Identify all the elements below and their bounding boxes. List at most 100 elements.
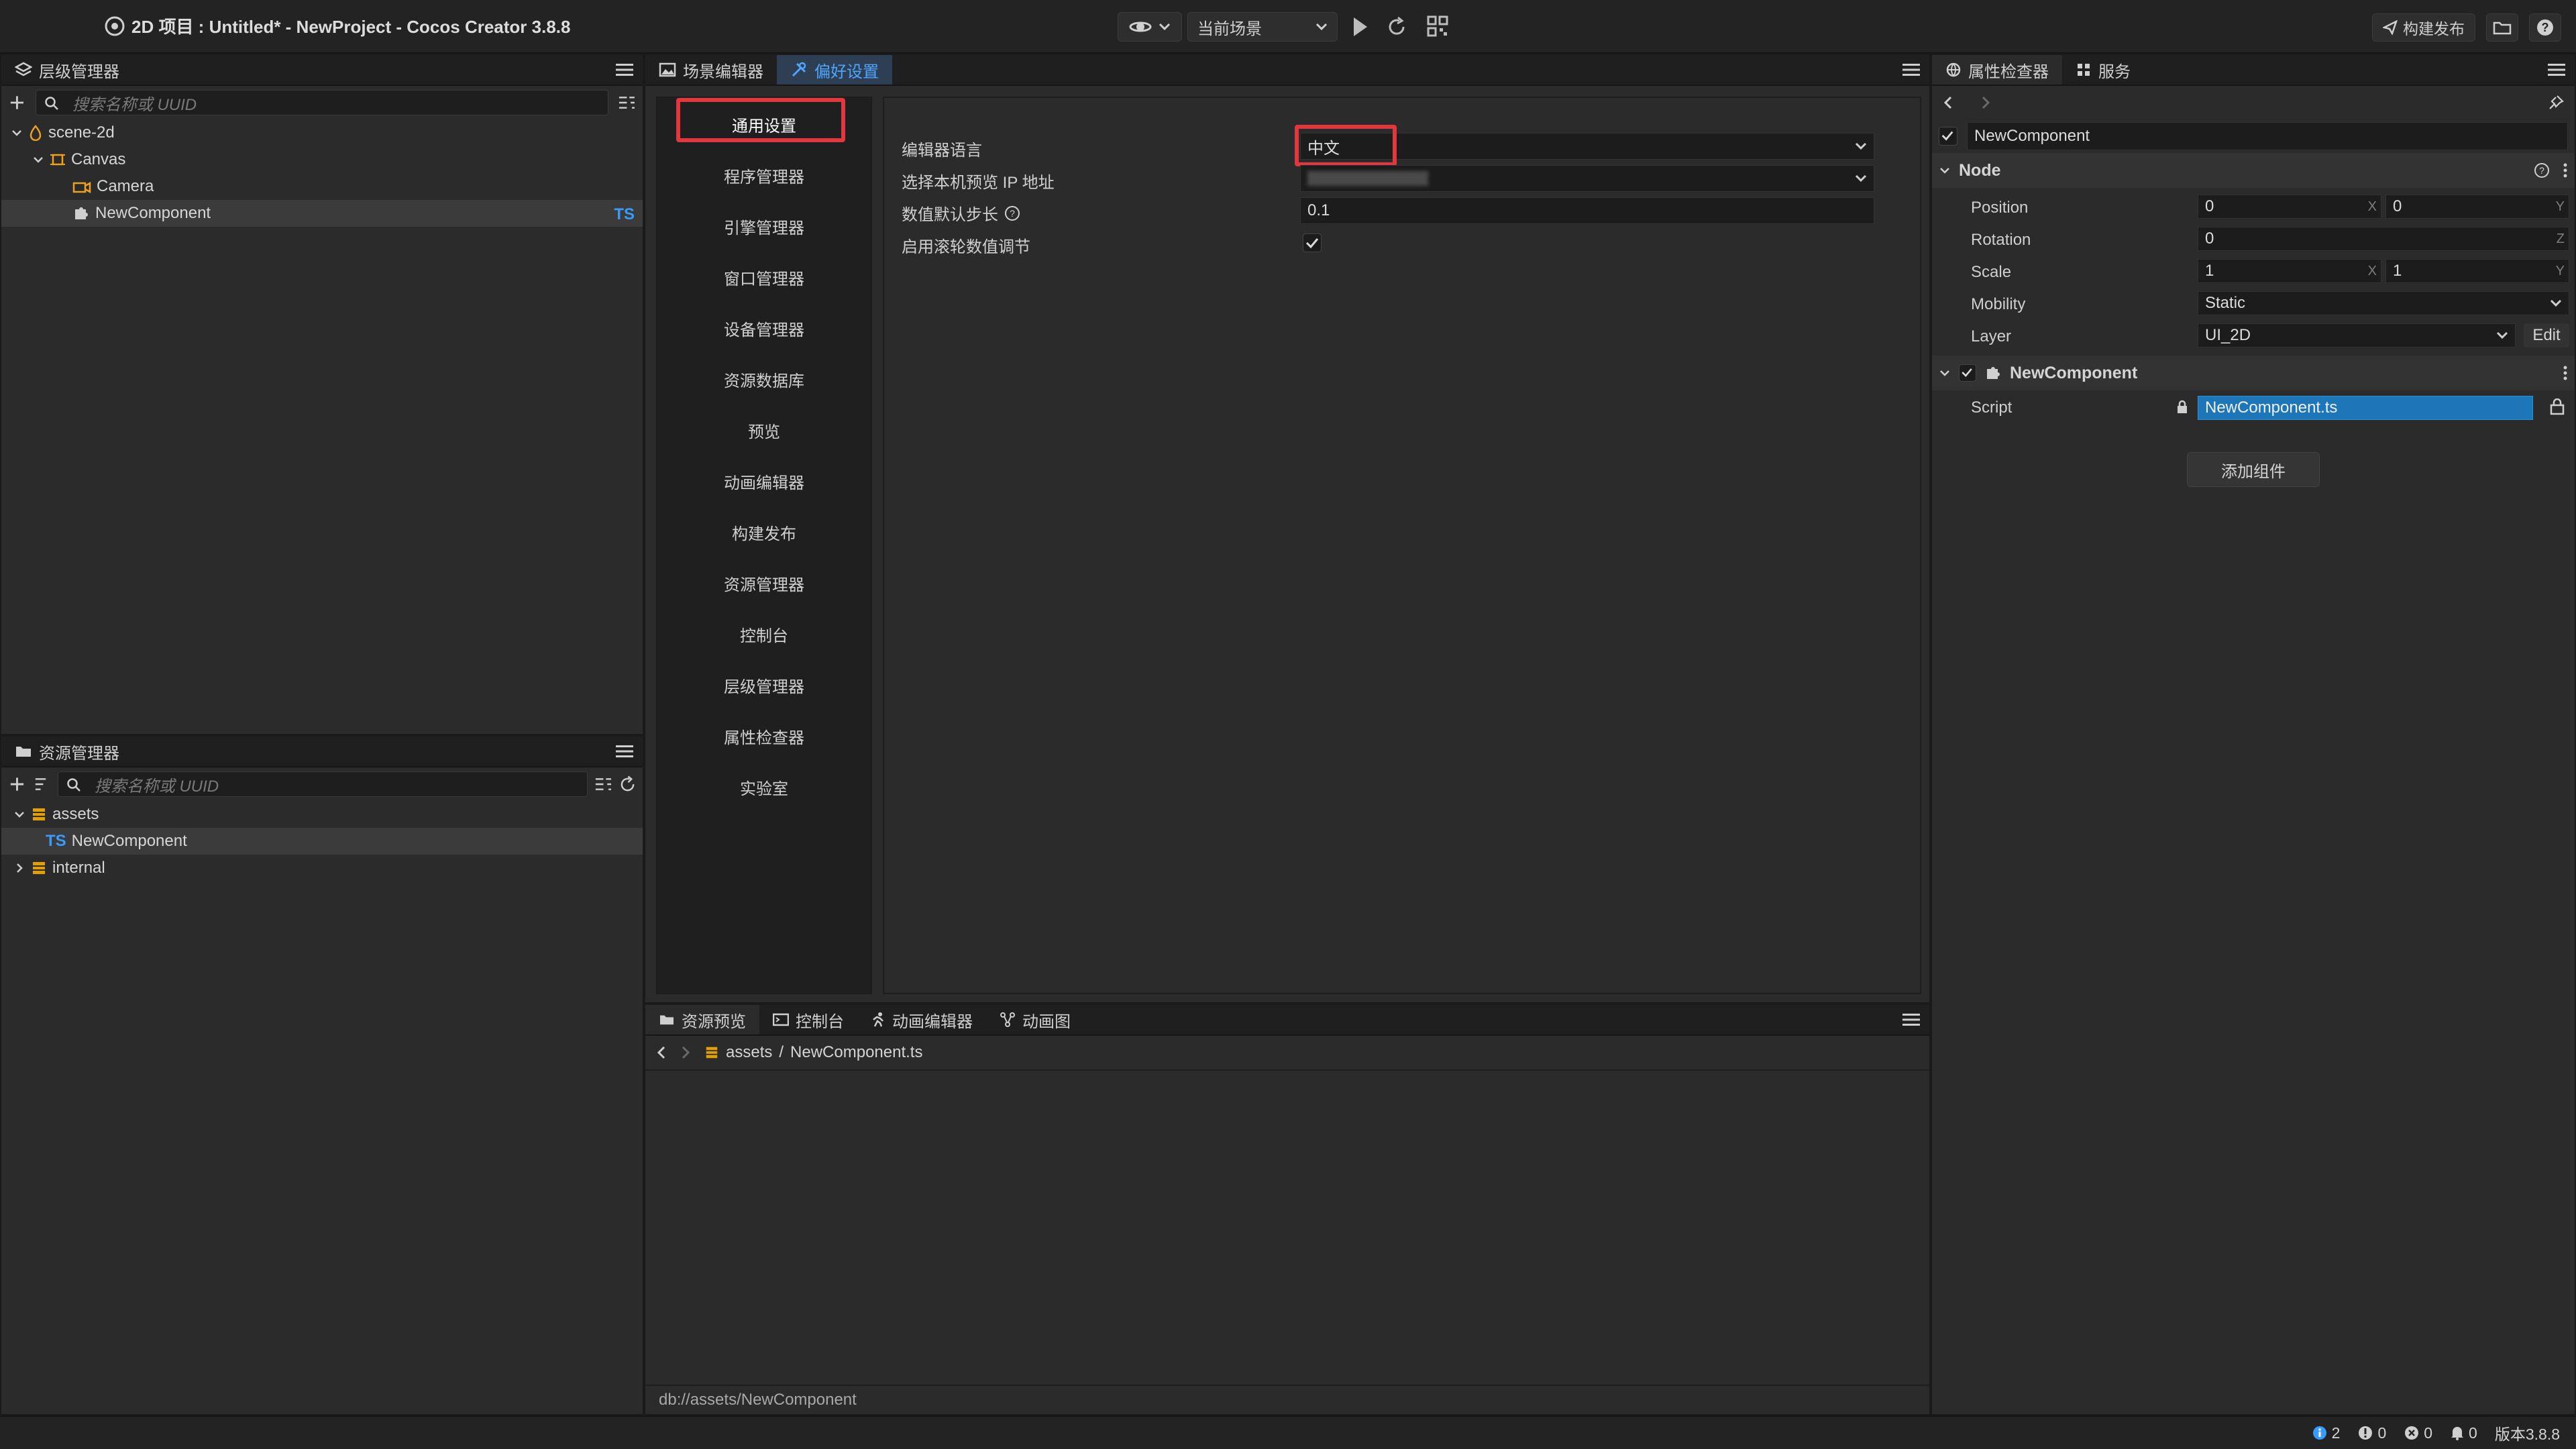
asset-file-newcomponent[interactable]: TS NewComponent: [1, 828, 643, 855]
add-icon[interactable]: [8, 93, 26, 112]
tab-services[interactable]: 服务: [2062, 55, 2144, 85]
preview-ip-select[interactable]: [1300, 165, 1874, 192]
pref-nav-item[interactable]: 属性检查器: [657, 710, 871, 761]
rotation-z-input[interactable]: 0Z: [2198, 227, 2569, 251]
help-circle-icon[interactable]: ?: [1004, 205, 1021, 222]
asset-folder-internal[interactable]: internal: [1, 855, 643, 881]
more-vertical-icon[interactable]: [2563, 365, 2568, 381]
preferences-content: 编辑器语言 中文 选择本机预览 IP 地址 数值默认步长 ? 0.1 启用滚轮数…: [883, 97, 1921, 994]
scale-y-input[interactable]: 1Y: [2385, 259, 2569, 283]
locate-asset-icon[interactable]: [2549, 398, 2565, 416]
pref-nav-item[interactable]: 动画编辑器: [657, 455, 871, 506]
qrcode-button[interactable]: [1426, 15, 1449, 38]
pref-nav-item[interactable]: 控制台: [657, 608, 871, 659]
tree-node-scene[interactable]: scene-2d: [1, 119, 643, 146]
refresh-icon[interactable]: [619, 775, 636, 793]
tab-hierarchy[interactable]: 层级管理器: [1, 55, 133, 85]
assets-panel: 资源管理器 搜索名称或 UUID assets TS NewComponent …: [0, 735, 644, 1415]
add-icon[interactable]: [8, 775, 26, 794]
tree-node-canvas[interactable]: Canvas: [1, 146, 643, 173]
node-section-header[interactable]: Node ?: [1932, 153, 2575, 188]
pref-nav-item[interactable]: 构建发布: [657, 506, 871, 557]
breadcrumb-file[interactable]: NewComponent.ts: [790, 1043, 922, 1062]
tree-node-newcomponent[interactable]: NewComponent TS: [1, 200, 643, 227]
chevron-down-icon[interactable]: [13, 808, 25, 820]
chevron-down-icon[interactable]: [11, 127, 23, 139]
tab-preferences[interactable]: 偏好设置: [777, 55, 892, 85]
assets-search-input[interactable]: 搜索名称或 UUID: [57, 771, 588, 797]
sort-list-icon[interactable]: [594, 776, 612, 792]
refresh-button[interactable]: [1386, 15, 1407, 39]
back-icon[interactable]: [656, 1045, 667, 1060]
chevron-down-icon: [2550, 299, 2562, 307]
layer-select[interactable]: UI_2D: [2198, 323, 2516, 347]
node-active-checkbox[interactable]: [1939, 127, 1957, 146]
panel-menu-icon[interactable]: [1902, 63, 1920, 76]
panel-menu-icon[interactable]: [1902, 1013, 1920, 1026]
tab-scene-editor[interactable]: 场景编辑器: [645, 55, 777, 85]
bottom-tab[interactable]: 动画图: [986, 1005, 1084, 1034]
mobility-select[interactable]: Static: [2198, 291, 2569, 315]
chevron-down-icon[interactable]: [32, 154, 44, 166]
lock-icon: [2178, 400, 2187, 413]
back-icon[interactable]: [1943, 95, 1953, 110]
bottom-tab[interactable]: 动画编辑器: [857, 1005, 986, 1034]
build-publish-button[interactable]: 构建发布: [2372, 13, 2475, 42]
breadcrumb-root[interactable]: assets: [726, 1043, 772, 1062]
pref-nav-item[interactable]: 资源数据库: [657, 354, 871, 405]
pref-nav-item[interactable]: 引擎管理器: [657, 201, 871, 252]
pref-nav-item[interactable]: 实验室: [657, 761, 871, 812]
folder-icon: [2493, 21, 2512, 35]
pref-nav-item[interactable]: 设备管理器: [657, 303, 871, 354]
node-name-input[interactable]: NewComponent: [1967, 122, 2568, 150]
warn-count[interactable]: 0: [2357, 1424, 2386, 1442]
panel-menu-icon[interactable]: [616, 63, 633, 76]
asset-folder-assets[interactable]: assets: [1, 801, 643, 828]
hierarchy-search-input[interactable]: 搜索名称或 UUID: [35, 90, 609, 115]
more-vertical-icon[interactable]: [2563, 162, 2568, 178]
tree-node-canvas-label: Canvas: [71, 150, 126, 168]
scene-select[interactable]: 当前场景: [1187, 12, 1338, 42]
info-count[interactable]: 2: [2312, 1424, 2340, 1442]
platform-select[interactable]: [1118, 12, 1182, 42]
build-publish-label: 构建发布: [2403, 20, 2465, 38]
pref-nav-item[interactable]: 资源管理器: [657, 557, 871, 608]
bottom-tab[interactable]: 资源预览: [645, 1005, 759, 1034]
forward-icon[interactable]: [1980, 95, 1991, 110]
component-enabled-checkbox[interactable]: [1959, 364, 1976, 382]
axis-x-label: X: [2367, 264, 2377, 278]
notify-count[interactable]: 0: [2450, 1424, 2477, 1442]
add-component-button[interactable]: 添加组件: [2187, 452, 2320, 487]
help-circle-icon[interactable]: ?: [2533, 162, 2551, 179]
layer-edit-button[interactable]: Edit: [2524, 323, 2569, 347]
pref-nav-item[interactable]: 窗口管理器: [657, 252, 871, 303]
chevron-down-icon[interactable]: [1939, 367, 1951, 379]
pin-icon[interactable]: [2548, 95, 2564, 111]
play-button[interactable]: [1351, 15, 1370, 39]
tab-inspector[interactable]: 属性检查器: [1932, 55, 2062, 85]
default-step-input[interactable]: 0.1: [1300, 197, 1874, 224]
position-y-input[interactable]: 0Y: [2385, 195, 2569, 219]
error-count[interactable]: 0: [2404, 1424, 2432, 1442]
wheel-adjust-checkbox[interactable]: [1303, 233, 1322, 252]
open-folder-button[interactable]: [2486, 13, 2518, 42]
warning-icon: [2359, 1426, 2373, 1440]
pref-nav-item[interactable]: 程序管理器: [657, 150, 871, 201]
chevron-down-icon[interactable]: [1939, 164, 1951, 176]
bottom-tab[interactable]: 控制台: [759, 1005, 857, 1034]
script-asset-field[interactable]: NewComponent.ts: [2198, 396, 2533, 420]
pref-nav-item[interactable]: 预览: [657, 405, 871, 455]
tree-node-camera[interactable]: Camera: [1, 173, 643, 200]
pref-nav-item[interactable]: 层级管理器: [657, 659, 871, 710]
sort-icon[interactable]: [33, 775, 51, 794]
forward-icon[interactable]: [680, 1045, 691, 1060]
chevron-right-icon[interactable]: [13, 862, 25, 874]
help-button[interactable]: ?: [2529, 13, 2561, 42]
scale-x-input[interactable]: 1X: [2198, 259, 2381, 283]
panel-menu-icon[interactable]: [2548, 63, 2565, 76]
panel-menu-icon[interactable]: [616, 745, 633, 758]
component-section-header[interactable]: NewComponent: [1932, 356, 2575, 390]
position-x-input[interactable]: 0X: [2198, 195, 2381, 219]
tab-assets[interactable]: 资源管理器: [1, 737, 133, 766]
sort-list-icon[interactable]: [618, 95, 636, 111]
